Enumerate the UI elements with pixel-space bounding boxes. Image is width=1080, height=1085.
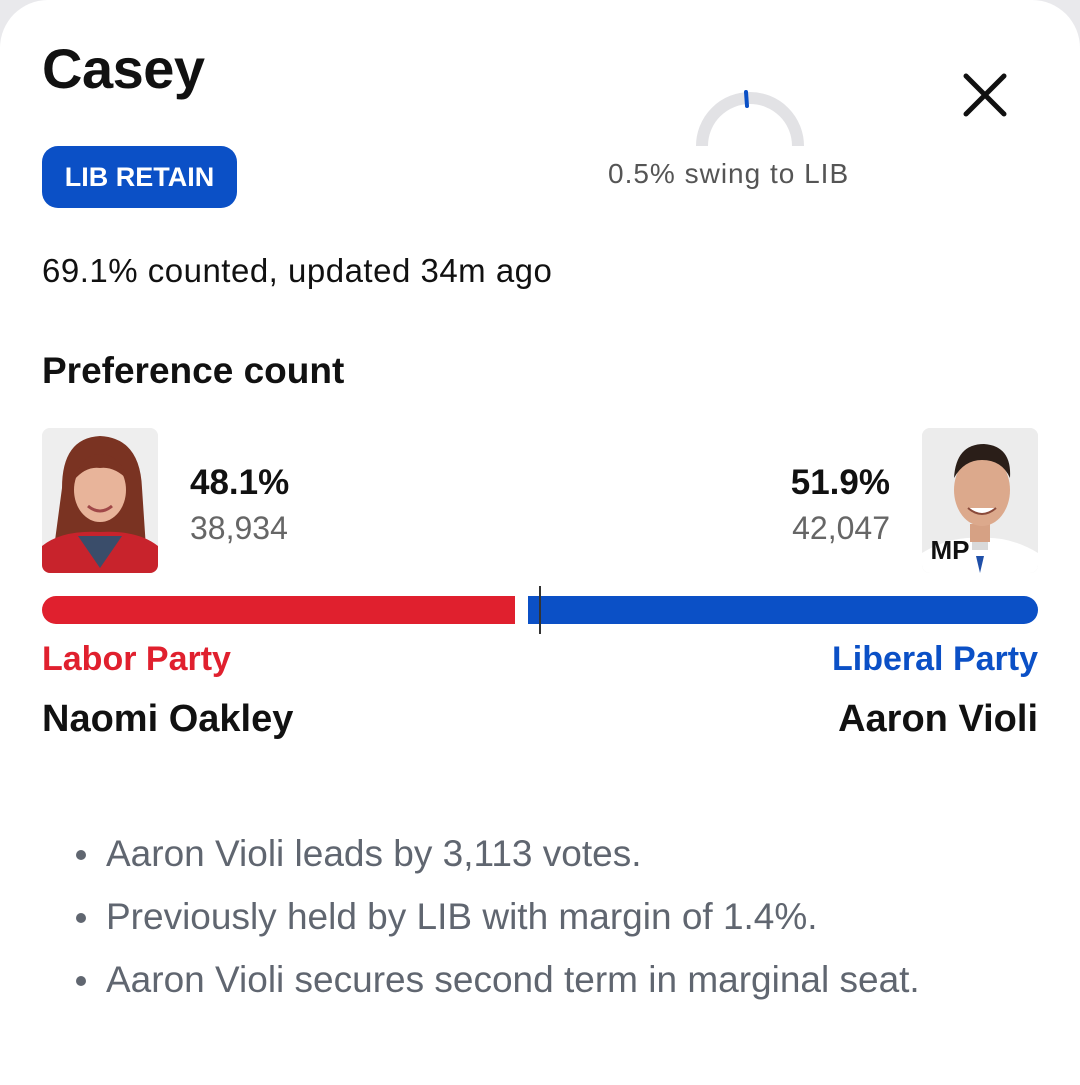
candidate-photo-left [42, 428, 158, 573]
fifty-percent-marker [539, 586, 541, 634]
close-icon [963, 73, 1007, 117]
right-candidate-votes: 42,047 [792, 510, 890, 546]
right-party-name: Liberal Party [832, 640, 1038, 678]
labor-share-bar [42, 596, 515, 624]
right-candidate-name: Aaron Violi [838, 698, 1038, 740]
right-candidate-percent: 51.9% [790, 463, 890, 502]
preference-heading: Preference count [42, 350, 345, 391]
left-candidate-percent: 48.1% [190, 463, 290, 502]
swing-gauge-icon [696, 90, 804, 147]
liberal-share-bar [528, 596, 1038, 624]
seat-result-card: Casey LIB RETAIN 0.5% swing to LIB 69.1%… [0, 0, 1080, 1085]
result-notes-list: Aaron Violi leads by 3,113 votes. Previo… [76, 822, 1036, 1011]
result-note: Aaron Violi secures second term in margi… [76, 948, 1036, 1011]
left-party-name: Labor Party [42, 640, 231, 678]
result-note: Aaron Violi leads by 3,113 votes. [76, 822, 1036, 885]
close-button[interactable] [956, 66, 1016, 126]
count-status: 69.1% counted, updated 34m ago [42, 252, 553, 289]
status-badge: LIB RETAIN [42, 146, 237, 208]
result-note: Previously held by LIB with margin of 1.… [76, 885, 1036, 948]
left-candidate-votes: 38,934 [190, 510, 288, 546]
mp-badge: MP [930, 534, 970, 565]
swing-label: 0.5% swing to LIB [608, 158, 850, 189]
candidate-photo-naomi-oakley [42, 428, 158, 573]
seat-title: Casey [42, 37, 205, 100]
left-candidate-name: Naomi Oakley [42, 698, 294, 740]
